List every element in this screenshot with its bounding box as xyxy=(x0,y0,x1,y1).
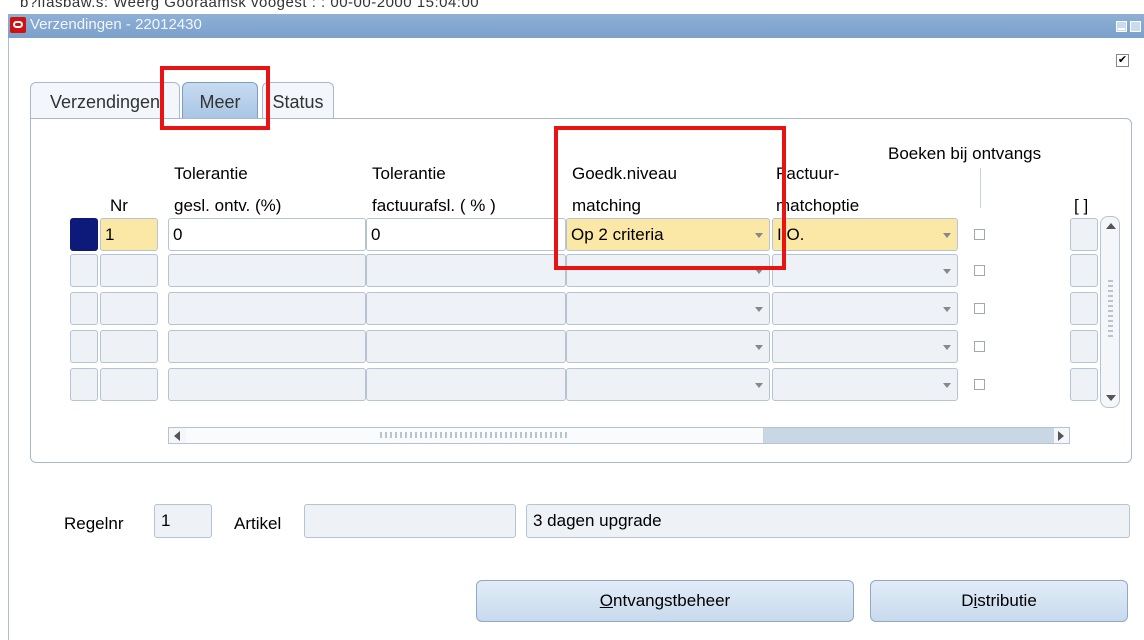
col-header-tol-ontv-line2: gesl. ontv. (%) xyxy=(174,196,282,215)
tol-fact-cell[interactable] xyxy=(366,368,566,401)
chevron-down-icon[interactable] xyxy=(943,269,951,274)
horizontal-scroll-track[interactable] xyxy=(764,428,1054,443)
scroll-grip[interactable] xyxy=(1108,277,1113,337)
row-selector-2[interactable] xyxy=(70,254,98,287)
boeken-checkbox[interactable] xyxy=(974,341,985,352)
distributie-label: stributie xyxy=(977,591,1037,610)
boeken-checkbox[interactable] xyxy=(974,303,985,314)
tol-ontv-cell[interactable]: 0 xyxy=(168,218,366,251)
window-checkbox[interactable]: ✔ xyxy=(1116,54,1129,67)
nr-cell[interactable] xyxy=(100,368,158,401)
tol-fact-cell[interactable]: 0 xyxy=(366,218,566,251)
chevron-down-icon[interactable] xyxy=(755,345,763,350)
col-header-tol-fact-line2: factuurafsl. ( % ) xyxy=(372,196,496,215)
scroll-left-icon[interactable] xyxy=(174,431,180,441)
tol-ontv-cell[interactable] xyxy=(168,292,366,325)
scroll-down-icon[interactable] xyxy=(1106,395,1116,401)
extra-cell[interactable] xyxy=(1070,292,1098,325)
extra-cell[interactable] xyxy=(1070,218,1098,251)
ontvangstbeheer-label: ntvangstbeheer xyxy=(613,591,731,610)
tol-ontv-cell[interactable] xyxy=(168,368,366,401)
col-header-tol-ontv-line1: Tolerantie xyxy=(174,164,248,183)
annotation-box-meer-tab xyxy=(160,66,270,130)
background-window-strip: b?ifasbaw.s: Weerg Gooraamsk voogest : :… xyxy=(0,0,1144,14)
regelnr-label: Regelnr xyxy=(64,514,124,533)
distributie-label-start: D xyxy=(961,591,974,610)
extra-cell[interactable] xyxy=(1070,368,1098,401)
col-header-nr: Nr xyxy=(110,196,128,215)
col-header-tol-fact-line1: Tolerantie xyxy=(372,164,446,183)
regelnr-field[interactable]: 1 xyxy=(154,504,212,538)
nr-cell[interactable] xyxy=(100,330,158,363)
col-header-boeken: Boeken bij ontvangs xyxy=(888,144,1042,163)
artikel-field[interactable] xyxy=(304,504,516,538)
extra-cell[interactable] xyxy=(1070,330,1098,363)
minimize-icon[interactable] xyxy=(1116,21,1127,32)
background-strip-text: b?ifasbaw.s: Weerg Gooraamsk voogest : :… xyxy=(20,0,480,11)
boeken-header-divider xyxy=(980,168,981,208)
col-header-factuur-line2: matchoptie xyxy=(776,196,860,215)
description-field[interactable]: 3 dagen upgrade xyxy=(526,504,1130,538)
boeken-checkbox[interactable] xyxy=(974,265,985,276)
ontvangstbeheer-mnemonic: O xyxy=(599,591,614,610)
row-selector-4[interactable] xyxy=(70,330,98,363)
tol-ontv-cell[interactable] xyxy=(168,330,366,363)
nr-cell[interactable] xyxy=(100,254,158,287)
factuur-dropdown[interactable] xyxy=(772,254,958,287)
ontvangstbeheer-button[interactable]: Ontvangstbeheer xyxy=(476,580,854,622)
col-header-extra: [ ] xyxy=(1074,196,1089,215)
scroll-up-icon[interactable] xyxy=(1106,223,1116,229)
chevron-down-icon[interactable] xyxy=(943,307,951,312)
distributie-button[interactable]: Distributie xyxy=(870,580,1128,622)
chevron-down-icon[interactable] xyxy=(943,345,951,350)
vertical-scrollbar[interactable] xyxy=(1100,216,1120,408)
annotation-box-goedk-column xyxy=(554,126,786,270)
tol-fact-cell[interactable] xyxy=(366,292,566,325)
tol-fact-cell[interactable] xyxy=(366,254,566,287)
tol-fact-cell[interactable] xyxy=(366,330,566,363)
factuur-dropdown[interactable] xyxy=(772,292,958,325)
row-selector-3[interactable] xyxy=(70,292,98,325)
nr-cell[interactable] xyxy=(100,292,158,325)
scroll-grip[interactable] xyxy=(380,432,570,438)
factuur-dropdown[interactable]: I.O. xyxy=(772,218,958,251)
scroll-right-icon[interactable] xyxy=(1058,431,1064,441)
factuur-dropdown[interactable] xyxy=(772,368,958,401)
oracle-logo-icon xyxy=(10,17,26,33)
chevron-down-icon[interactable] xyxy=(943,383,951,388)
chevron-down-icon[interactable] xyxy=(755,307,763,312)
goedk-dropdown[interactable] xyxy=(566,292,770,325)
boeken-checkbox[interactable] xyxy=(974,229,985,240)
row-selector-1[interactable] xyxy=(70,218,98,251)
tab-verzendingen[interactable]: Verzendingen xyxy=(30,82,180,118)
factuur-dropdown[interactable] xyxy=(772,330,958,363)
chevron-down-icon[interactable] xyxy=(755,383,763,388)
goedk-dropdown[interactable] xyxy=(566,368,770,401)
tol-ontv-cell[interactable] xyxy=(168,254,366,287)
tab-status[interactable]: Status xyxy=(262,82,334,118)
goedk-dropdown[interactable] xyxy=(566,330,770,363)
chevron-down-icon[interactable] xyxy=(943,233,951,238)
nr-cell[interactable]: 1 xyxy=(100,218,158,251)
maximize-icon[interactable] xyxy=(1130,21,1141,32)
row-selector-5[interactable] xyxy=(70,368,98,401)
window-title: Verzendingen - 22012430 xyxy=(30,16,202,33)
artikel-label: Artikel xyxy=(234,514,282,533)
extra-cell[interactable] xyxy=(1070,254,1098,287)
boeken-checkbox[interactable] xyxy=(974,379,985,390)
